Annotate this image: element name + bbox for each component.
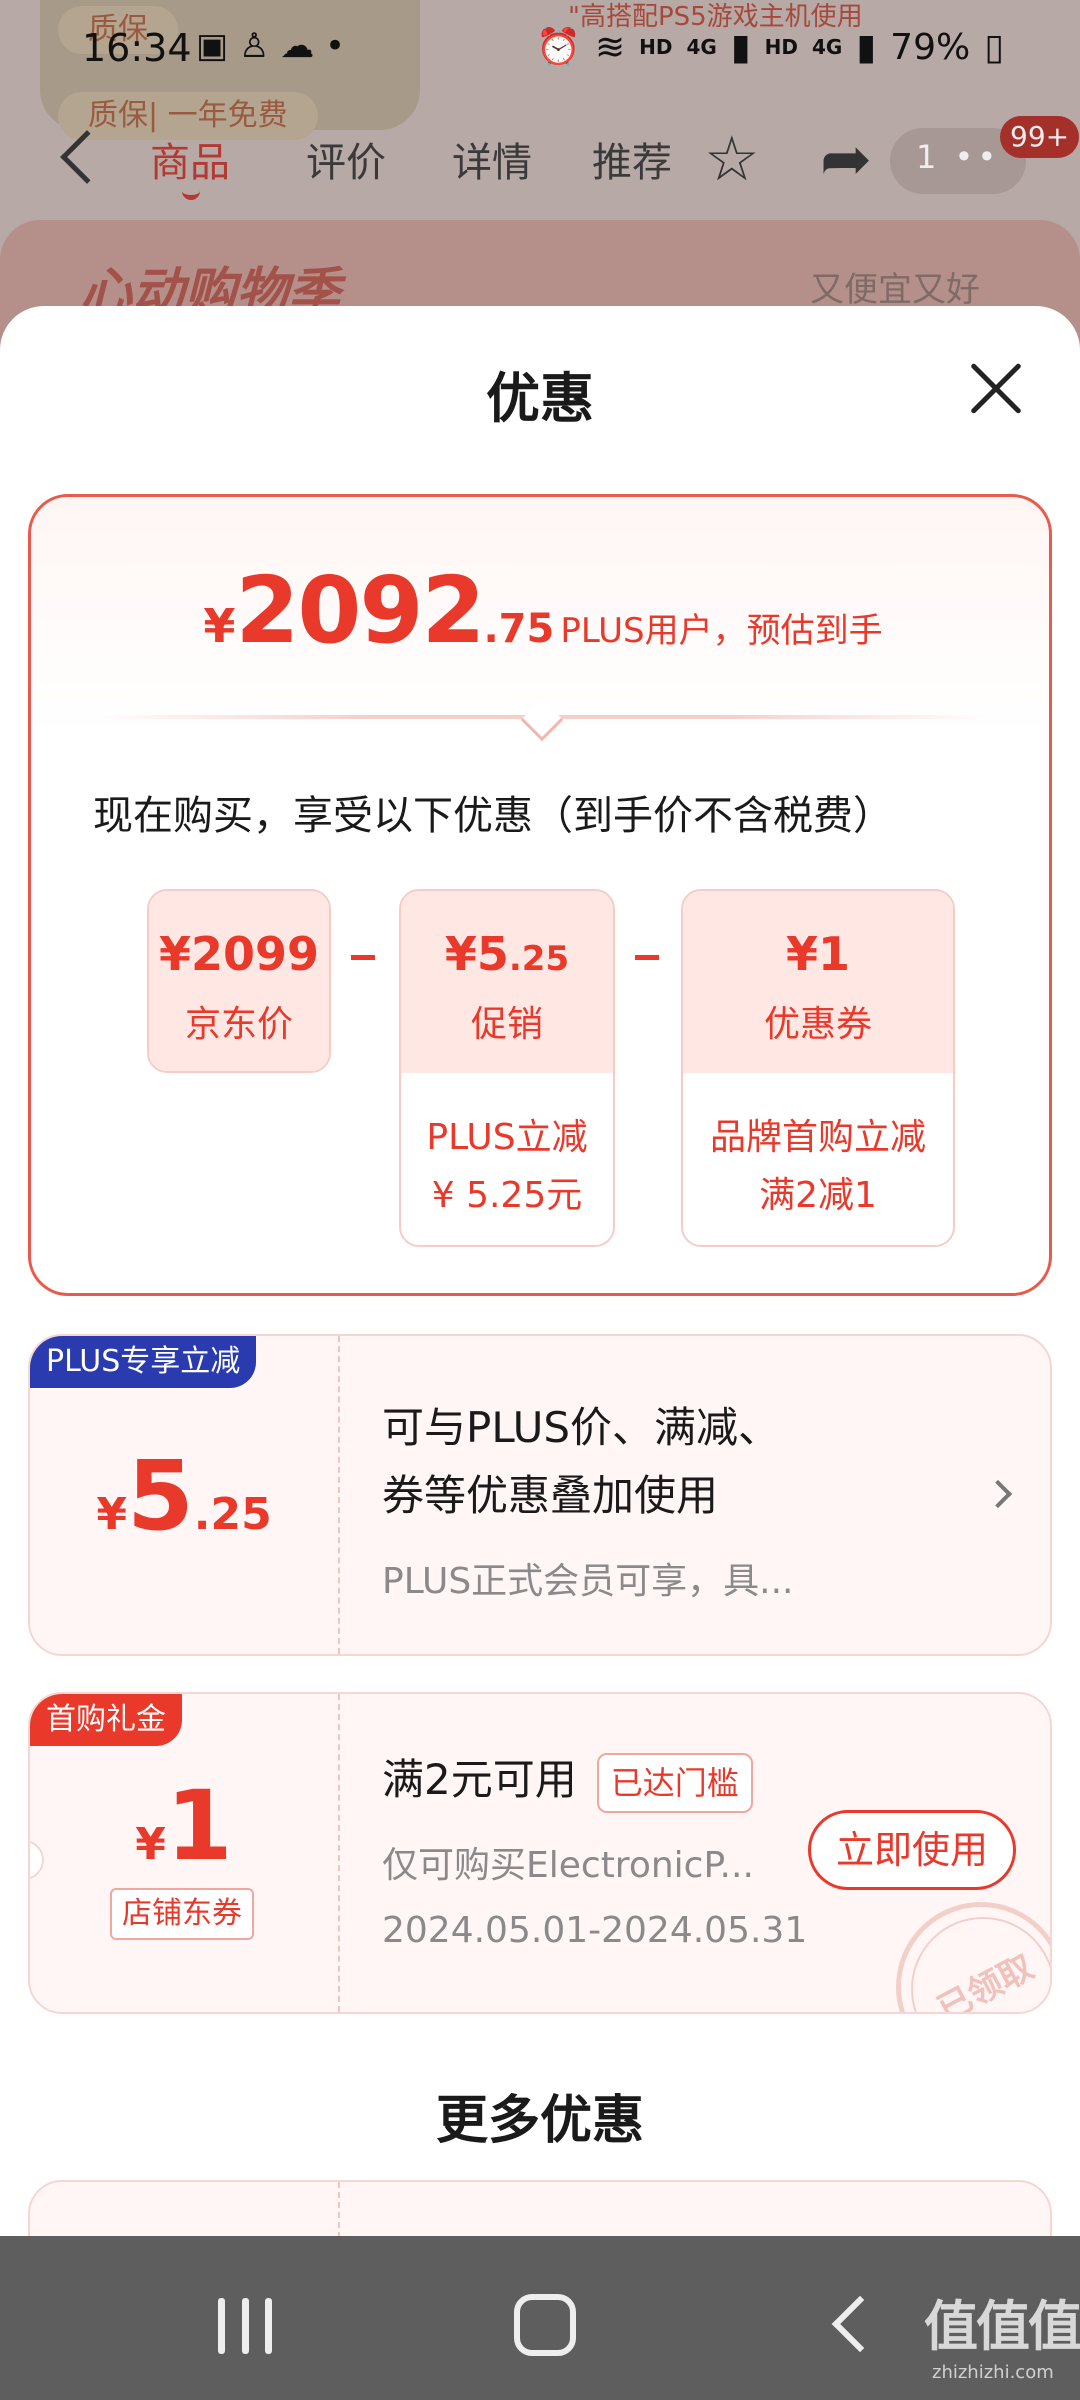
coupon-subtext: PLUS正式会员可享，具... <box>382 1561 794 1602</box>
minus-sign <box>351 955 375 960</box>
coupon-validity: 2024.05.01-2024.05.31 <box>382 1910 808 1951</box>
back-icon[interactable] <box>831 2295 889 2353</box>
price-item-detail: PLUS立减 ¥ 5.25元 <box>426 1117 588 1216</box>
price-item-value: ¥5.25 <box>444 927 570 981</box>
close-icon[interactable] <box>968 360 1024 416</box>
battery-percent: 79% <box>890 26 971 68</box>
message-badge: 99+ <box>1000 116 1080 158</box>
watermark-logo: 值值值 <box>924 2295 1080 2358</box>
coupon-description: 可与PLUS价、满减、 券等优惠叠加使用 <box>382 1403 781 1520</box>
coupon-amount: ¥1 <box>135 1770 233 1882</box>
price-item-name: 京东价 <box>184 1004 293 1045</box>
tab-details[interactable]: 详情 <box>452 130 532 188</box>
coupon-divider <box>338 1694 340 2012</box>
coupon-tag: PLUS专享立减 <box>30 1336 257 1388</box>
battery-icon: ▯ <box>984 26 1004 68</box>
system-navigation-bar: 值值值 zhizhizhi.com <box>0 2236 1080 2400</box>
recents-icon[interactable] <box>218 2298 272 2354</box>
price-item-promotion: ¥5.25 促销 PLUS立减 ¥ 5.25元 <box>399 889 615 1247</box>
coupon-divider <box>338 1336 340 1654</box>
discount-sheet: 优惠 ¥2092.75 PLUS用户，预估到手 现在购买，享受以下优惠（到手价不含… <box>0 306 1080 2236</box>
tab-recommend[interactable]: 推荐 <box>592 130 672 188</box>
network-label: HD <box>639 35 673 59</box>
price-item-detail: 品牌首购立减 满2减1 <box>709 1117 926 1216</box>
price-item-name: 促销 <box>470 1004 543 1045</box>
first-purchase-coupon-card: 首购礼金 ¥1 店铺东券 满2元可用 已达门槛 仅可购买ElectronicP..… <box>28 1692 1052 2014</box>
signal-icon: ▮ <box>730 26 751 68</box>
price-item-value: ¥2099 <box>158 927 320 981</box>
more-menu-label: 1 •• <box>916 138 1001 176</box>
use-now-button[interactable]: 立即使用 <box>808 1810 1016 1890</box>
alarm-icon: ⏰ <box>536 27 581 68</box>
coupon-condition: 满2元可用 已达门槛 <box>382 1746 753 1814</box>
image-icon: ▣ <box>196 26 229 66</box>
watermark-url: zhizhizhi.com <box>932 2362 1054 2383</box>
price-decimal: .75 <box>483 606 555 652</box>
price-item-value: ¥1 <box>785 927 850 981</box>
share-icon[interactable]: ➦ <box>820 122 872 195</box>
chevron-right-icon[interactable] <box>983 1479 1013 1509</box>
dot-icon: • <box>325 26 346 66</box>
tab-reviews[interactable]: 评价 <box>306 130 386 188</box>
price-summary-card: ¥2092.75 PLUS用户，预估到手 现在购买，享受以下优惠（到手价不含税费）… <box>28 494 1052 1296</box>
summary-description: 现在购买，享受以下优惠（到手价不含税费） <box>93 793 893 839</box>
network-label: HD <box>764 35 799 59</box>
price-item-jd: ¥2099 京东价 <box>147 889 331 1073</box>
price-integer: 2092 <box>235 557 485 664</box>
final-price: ¥2092.75 PLUS用户，预估到手 <box>31 557 1055 664</box>
claimed-stamp: 已领取 <box>896 1902 1050 2012</box>
threshold-badge: 已达门槛 <box>596 1752 753 1813</box>
network-label: 4G <box>686 35 717 59</box>
notification-icons: ▣ ♙ ☁ • <box>196 26 345 66</box>
coupon-amount: ¥5.25 <box>96 1440 272 1552</box>
price-currency: ¥ <box>203 599 236 653</box>
plus-discount-card[interactable]: PLUS专享立减 ¥5.25 可与PLUS价、满减、 券等优惠叠加使用 PLUS… <box>28 1334 1052 1656</box>
status-time: 16:34 <box>82 26 192 70</box>
home-icon[interactable] <box>514 2294 576 2356</box>
status-bar: 16:34 ▣ ♙ ☁ • ⏰ ≋ HD 4G ▮ HD 4G ▮ 79% ▯ <box>0 0 1080 100</box>
status-right: ⏰ ≋ HD 4G ▮ HD 4G ▮ 79% ▯ <box>536 26 1004 69</box>
star-icon[interactable]: ☆ <box>704 122 760 195</box>
active-tab-indicator <box>182 190 200 200</box>
tab-product[interactable]: 商品 <box>150 130 230 188</box>
price-item-name: 优惠券 <box>763 1004 872 1045</box>
price-item-coupon: ¥1 优惠券 品牌首购立减 满2减1 <box>681 889 955 1247</box>
wechat-icon: ☁ <box>280 26 315 66</box>
coupon-divider <box>338 2182 340 2236</box>
more-offers-title: 更多优惠 <box>435 2091 644 2151</box>
person-icon: ♙ <box>238 26 270 66</box>
network-label: 4G <box>812 35 843 59</box>
divider-notch <box>520 698 564 742</box>
coupon-tag: 首购礼金 <box>30 1694 182 1746</box>
store-coupon-badge: 店铺东券 <box>110 1888 254 1940</box>
coupon-scope: 仅可购买ElectronicP... <box>382 1845 754 1886</box>
sheet-title: 优惠 <box>486 367 594 430</box>
signal-icon: ▮ <box>856 26 877 68</box>
wifi-icon: ≋ <box>595 26 626 68</box>
more-offer-card[interactable] <box>28 2180 1052 2236</box>
minus-sign <box>635 955 659 960</box>
background-strip-subtitle: 又便宜又好 <box>810 270 980 310</box>
price-label: PLUS用户，预估到手 <box>560 611 883 651</box>
